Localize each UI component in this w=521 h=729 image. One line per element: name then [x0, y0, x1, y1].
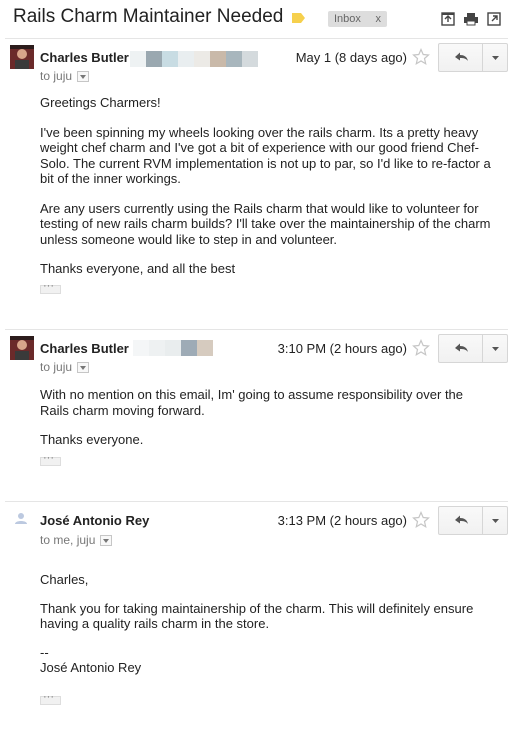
sender-name[interactable]: Charles Butler [40, 50, 129, 65]
show-details-dropdown[interactable] [77, 70, 90, 82]
reply-icon [455, 343, 468, 352]
show-details-dropdown[interactable] [77, 361, 90, 373]
reply-icon [455, 515, 468, 524]
inbox-label-text: Inbox [334, 13, 361, 25]
reply-button-group [438, 506, 508, 535]
thread-header: Rails Charm Maintainer Needed Inbox x [0, 0, 521, 38]
recipients-prefix: to [40, 533, 51, 547]
body-paragraph: Thanks everyone. [40, 432, 144, 447]
open-in-new-window-icon[interactable] [441, 12, 455, 26]
message-1: Charles Butler May 1 (8 days ago) to juj… [0, 39, 521, 329]
message-date[interactable]: 3:13 PM (2 hours ago) [278, 513, 407, 528]
star-icon[interactable] [412, 48, 430, 66]
thread-subject: Rails Charm Maintainer Needed [13, 6, 284, 27]
message-3: José Antonio Rey 3:13 PM (2 hours ago) t… [0, 502, 521, 729]
label-tag-icon[interactable] [292, 13, 305, 23]
recipients: juju [53, 69, 73, 83]
redacted-email [133, 340, 213, 356]
signature-name: José Antonio Rey [40, 660, 142, 675]
body-paragraph: Are any users currently using the Rails … [40, 200, 491, 247]
message-date[interactable]: 3:10 PM (2 hours ago) [278, 341, 407, 356]
new-window-icon[interactable] [487, 12, 501, 26]
more-actions-button[interactable] [484, 507, 507, 534]
reply-button-group [438, 43, 508, 72]
sender-name[interactable]: José Antonio Rey [40, 513, 149, 528]
body-paragraph: Greetings Charmers! [40, 95, 161, 110]
body-paragraph: I've been spinning my wheels looking ove… [40, 124, 491, 187]
chevron-down-icon [492, 347, 499, 351]
show-trimmed-content-button[interactable] [40, 452, 61, 466]
more-actions-button[interactable] [484, 44, 507, 71]
body-paragraph: Thank you for taking maintainership of t… [40, 600, 474, 632]
recipients-prefix: to [40, 360, 51, 374]
star-icon[interactable] [412, 511, 430, 529]
message-2: Charles Butler 3:10 PM (2 hours ago) to … [0, 330, 521, 500]
chevron-down-icon [492, 56, 499, 60]
reply-button-group [438, 334, 508, 363]
body-paragraph: Charles, [40, 572, 89, 587]
recipients-line: to me, juju [40, 533, 113, 547]
avatar [10, 45, 34, 69]
inbox-label-chip[interactable]: Inbox x [328, 11, 387, 27]
recipients-line: to juju [40, 360, 90, 374]
avatar [10, 336, 34, 360]
recipients-line: to juju [40, 69, 90, 83]
body-paragraph: With no mention on this email, Im' going… [40, 387, 464, 418]
recipients: juju [53, 360, 73, 374]
chevron-down-icon [492, 519, 499, 523]
show-details-dropdown[interactable] [100, 534, 113, 546]
show-trimmed-content-button[interactable] [40, 280, 61, 294]
signature-separator: -- [40, 644, 49, 660]
sender-name[interactable]: Charles Butler [40, 341, 129, 356]
message-body: Greetings Charmers! I've been spinning m… [40, 95, 495, 277]
more-actions-button[interactable] [484, 335, 507, 362]
star-icon[interactable] [412, 339, 430, 357]
reply-button[interactable] [439, 507, 483, 534]
message-body: With no mention on this email, Im' going… [40, 387, 495, 448]
reply-icon [455, 52, 468, 61]
remove-label-button[interactable]: x [376, 11, 382, 27]
recipients: me, juju [53, 533, 96, 547]
reply-button[interactable] [439, 44, 483, 71]
reply-button[interactable] [439, 335, 483, 362]
print-icon[interactable] [464, 12, 478, 26]
message-date[interactable]: May 1 (8 days ago) [296, 50, 407, 65]
message-body: Charles, Thank you for taking maintainer… [40, 572, 495, 676]
show-trimmed-content-button[interactable] [40, 691, 61, 705]
recipients-prefix: to [40, 69, 51, 83]
body-paragraph: Thanks everyone, and all the best [40, 261, 236, 276]
redacted-email [130, 51, 258, 67]
avatar [10, 508, 32, 530]
